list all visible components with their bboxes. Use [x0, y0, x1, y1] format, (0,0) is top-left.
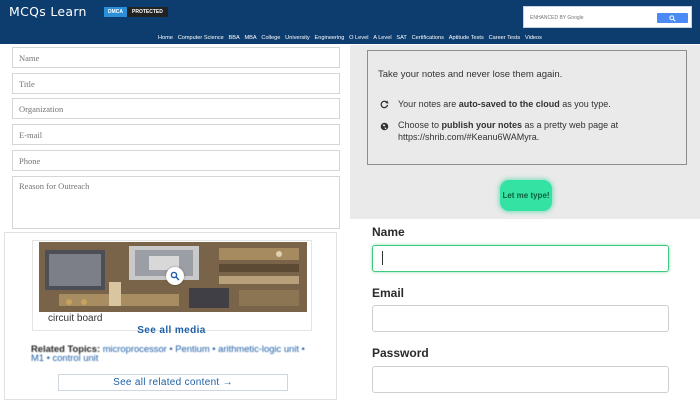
dmca-badge-left: DMCA [104, 7, 127, 17]
main-nav: Home Computer Science BBA MBA College Un… [0, 33, 700, 43]
site-logo[interactable]: MCQs Learn [9, 4, 87, 19]
notes-info-box: Take your notes and never lose them agai… [367, 50, 687, 165]
signup-password-label: Password [372, 346, 429, 360]
search-input[interactable] [530, 13, 652, 23]
contact-title-field[interactable] [12, 73, 340, 94]
search-icon [669, 14, 676, 22]
google-search-box [523, 6, 692, 28]
nav-item-computer-science[interactable]: Computer Science [175, 33, 226, 43]
related-media-panel: circuit board See all media Related Topi… [4, 232, 337, 400]
autosave-text-post: as you type. [559, 99, 611, 109]
see-all-related-button[interactable]: See all related content → [58, 374, 288, 391]
publish-text-pre: Choose to [398, 120, 442, 130]
site-header: MCQs Learn DMCA PROTECTED Home Computer … [0, 0, 700, 44]
text-caret [382, 251, 383, 265]
contact-organization-field[interactable] [12, 98, 340, 119]
let-me-type-button[interactable]: Let me type! [500, 180, 552, 211]
publish-url[interactable]: https://shrib.com/#Keanu6WAMyra. [398, 132, 539, 142]
contact-email-field[interactable] [12, 124, 340, 145]
publish-row: Choose to publish your notes as a pretty… [380, 119, 680, 147]
contact-reason-field[interactable] [12, 176, 340, 229]
publish-text: Choose to publish your notes as a pretty… [398, 119, 668, 143]
media-caption: circuit board [48, 313, 103, 324]
autosave-text: Your notes are auto-saved to the cloud a… [398, 98, 668, 110]
autosave-text-bold: auto-saved to the cloud [458, 99, 560, 109]
autosave-text-pre: Your notes are [398, 99, 459, 109]
see-all-media-link[interactable]: See all media [5, 325, 336, 336]
signup-password-input[interactable] [372, 366, 669, 393]
nav-item-bba[interactable]: BBA [226, 33, 242, 43]
nav-item-mba[interactable]: MBA [242, 33, 259, 43]
signup-name-input[interactable] [372, 245, 669, 272]
nav-item-o-level[interactable]: O Level [347, 33, 371, 43]
nav-item-sat[interactable]: SAT [394, 33, 409, 43]
globe-icon [380, 122, 389, 134]
notes-intro: Take your notes and never lose them agai… [378, 69, 563, 80]
search-button[interactable] [657, 13, 688, 23]
nav-item-career-tests[interactable]: Career Tests [486, 33, 522, 43]
nav-item-certifications[interactable]: Certifications [409, 33, 446, 43]
contact-phone-field[interactable] [12, 150, 340, 171]
nav-item-college[interactable]: College [259, 33, 283, 43]
dmca-badge-right: PROTECTED [127, 7, 168, 17]
contact-name-field[interactable] [12, 47, 340, 68]
page: MCQs Learn DMCA PROTECTED Home Computer … [0, 0, 700, 400]
nav-item-videos[interactable]: Videos [523, 33, 545, 43]
signup-email-label: Email [372, 286, 405, 300]
magnifier-icon[interactable] [166, 267, 184, 285]
magnifier-glyph [170, 271, 180, 281]
nav-item-university[interactable]: University [283, 33, 312, 43]
nav-item-engineering[interactable]: Engineering [312, 33, 347, 43]
nav-item-home[interactable]: Home [156, 33, 176, 43]
globe-glyph [380, 122, 389, 131]
dmca-badge[interactable]: DMCA PROTECTED [104, 7, 168, 17]
media-card[interactable]: circuit board [32, 240, 312, 331]
nav-item-a-level[interactable]: A Level [371, 33, 394, 43]
refresh-icon [380, 99, 389, 112]
autosave-row: Your notes are auto-saved to the cloud a… [380, 98, 680, 112]
publish-text-post: as a pretty web page at [522, 120, 619, 130]
related-topics: Related Topics: microprocessor • Pentium… [31, 344, 316, 362]
circuit-board-image[interactable] [39, 242, 307, 312]
publish-text-bold: publish your notes [441, 120, 523, 130]
signup-name-label: Name [372, 225, 405, 239]
signup-email-input[interactable] [372, 305, 669, 332]
refresh-glyph [380, 100, 389, 109]
nav-item-aptitude-tests[interactable]: Aptitude Tests [446, 33, 486, 43]
